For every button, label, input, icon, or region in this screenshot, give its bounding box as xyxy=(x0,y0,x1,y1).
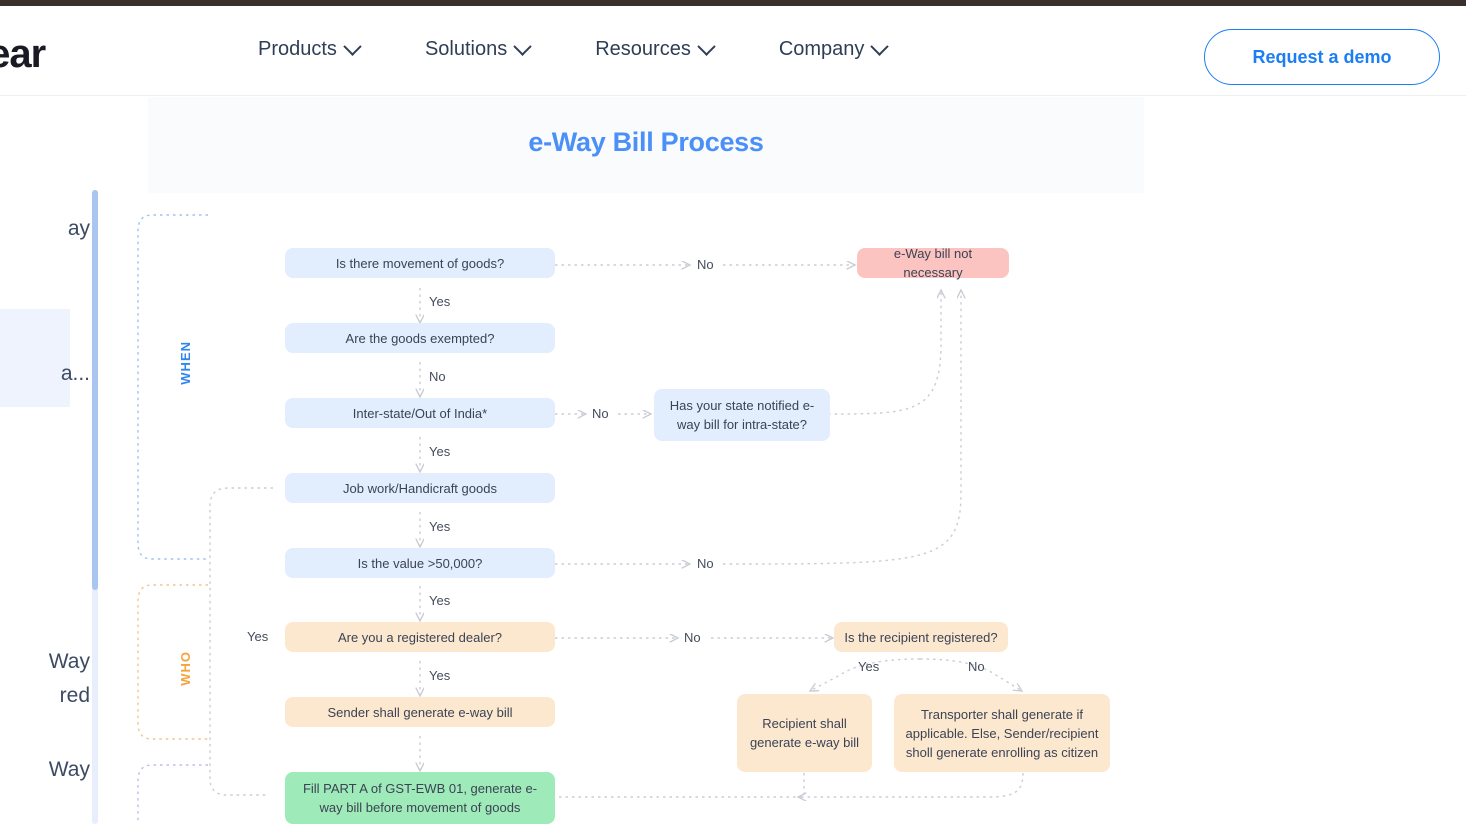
flow-node-ewaybill-not-necessary[interactable]: e-Way bill not necessary xyxy=(857,246,1009,280)
chevron-down-icon xyxy=(697,37,716,56)
flow-node-transporter-generate[interactable]: Transporter shall generate if applicable… xyxy=(894,694,1110,772)
nav-label-solutions: Solutions xyxy=(424,38,508,60)
flow-node-state-notified[interactable]: Has your state notified e-way bill for i… xyxy=(654,389,830,441)
edge-label-movement-no: No xyxy=(697,257,714,272)
flow-node-registered-dealer[interactable]: Are you a registered dealer? xyxy=(285,622,555,652)
edge-label-jobwork-yes: Yes xyxy=(429,519,451,534)
nav-label-company: Company xyxy=(778,38,865,60)
edge-label-dealer-yes: Yes xyxy=(429,668,451,683)
request-demo-button[interactable]: Request a demo xyxy=(1204,29,1440,85)
section-label-when: WHEN xyxy=(178,341,193,385)
flow-node-job-work-handicraft[interactable]: Job work/Handicraft goods xyxy=(285,473,555,503)
diagram-title-band: e-Way Bill Process xyxy=(148,97,1144,193)
edge-label-value-no: No xyxy=(697,556,714,571)
flow-node-value-over-50000[interactable]: Is the value >50,000? xyxy=(285,548,555,578)
edge-label-exempted-no: No xyxy=(429,369,446,384)
toc-item-4[interactable]: red xyxy=(0,679,98,713)
toc-item-1[interactable]: ay xyxy=(0,212,98,246)
flow-node-goods-exempted[interactable]: Are the goods exempted? xyxy=(285,323,555,353)
main-navigation: Products Solutions Resources Company xyxy=(258,37,890,61)
flow-node-inter-state[interactable]: Inter-state/Out of India* xyxy=(285,398,555,428)
edge-label-value-yes: Yes xyxy=(429,593,451,608)
flow-node-recipient-generate[interactable]: Recipient shall generate e-way bill xyxy=(737,694,872,772)
nav-item-solutions[interactable]: Solutions xyxy=(424,37,532,61)
brand-logo[interactable]: lear xyxy=(0,32,46,77)
section-label-who: WHO xyxy=(178,651,193,686)
nav-label-resources: Resources xyxy=(595,38,691,60)
flow-node-sender-generate[interactable]: Sender shall generate e-way bill xyxy=(285,697,555,727)
nav-item-company[interactable]: Company xyxy=(778,37,890,61)
chevron-down-icon xyxy=(513,37,532,56)
flow-node-movement-of-goods[interactable]: Is there movement of goods? xyxy=(285,248,555,278)
chevron-down-icon xyxy=(870,37,890,56)
edge-label-interstate-yes: Yes xyxy=(429,444,451,459)
nav-label-products: Products xyxy=(258,38,337,60)
nav-item-products[interactable]: Products xyxy=(258,37,362,61)
flow-node-recipient-registered[interactable]: Is the recipient registered? xyxy=(834,622,1008,652)
edge-label-interstate-no: No xyxy=(592,406,609,421)
site-header: lear Products Solutions Resources Compan… xyxy=(0,6,1466,96)
edge-label-recipient-no: No xyxy=(968,659,985,674)
edge-label-recipient-yes: Yes xyxy=(858,659,880,674)
page-title: e-Way Bill Process xyxy=(528,127,764,157)
toc-item-3[interactable]: Way xyxy=(0,645,98,679)
toc-item-5[interactable]: Way xyxy=(0,753,98,787)
edge-label-dealer-no: No xyxy=(684,630,701,645)
table-of-contents-sidebar: ay a... Way red Way xyxy=(0,97,98,824)
flowchart-canvas: WHEN WHO Is there movement of goods? e-W… xyxy=(98,193,1466,824)
nav-item-resources[interactable]: Resources xyxy=(595,37,716,61)
bracket-label-who-yes: Yes xyxy=(247,629,269,644)
chevron-down-icon xyxy=(343,37,362,56)
edge-label-movement-yes: Yes xyxy=(429,294,451,309)
toc-item-2[interactable]: a... xyxy=(0,357,98,391)
flow-node-fill-part-a[interactable]: Fill PART A of GST-EWB 01, generate e-wa… xyxy=(285,772,555,824)
